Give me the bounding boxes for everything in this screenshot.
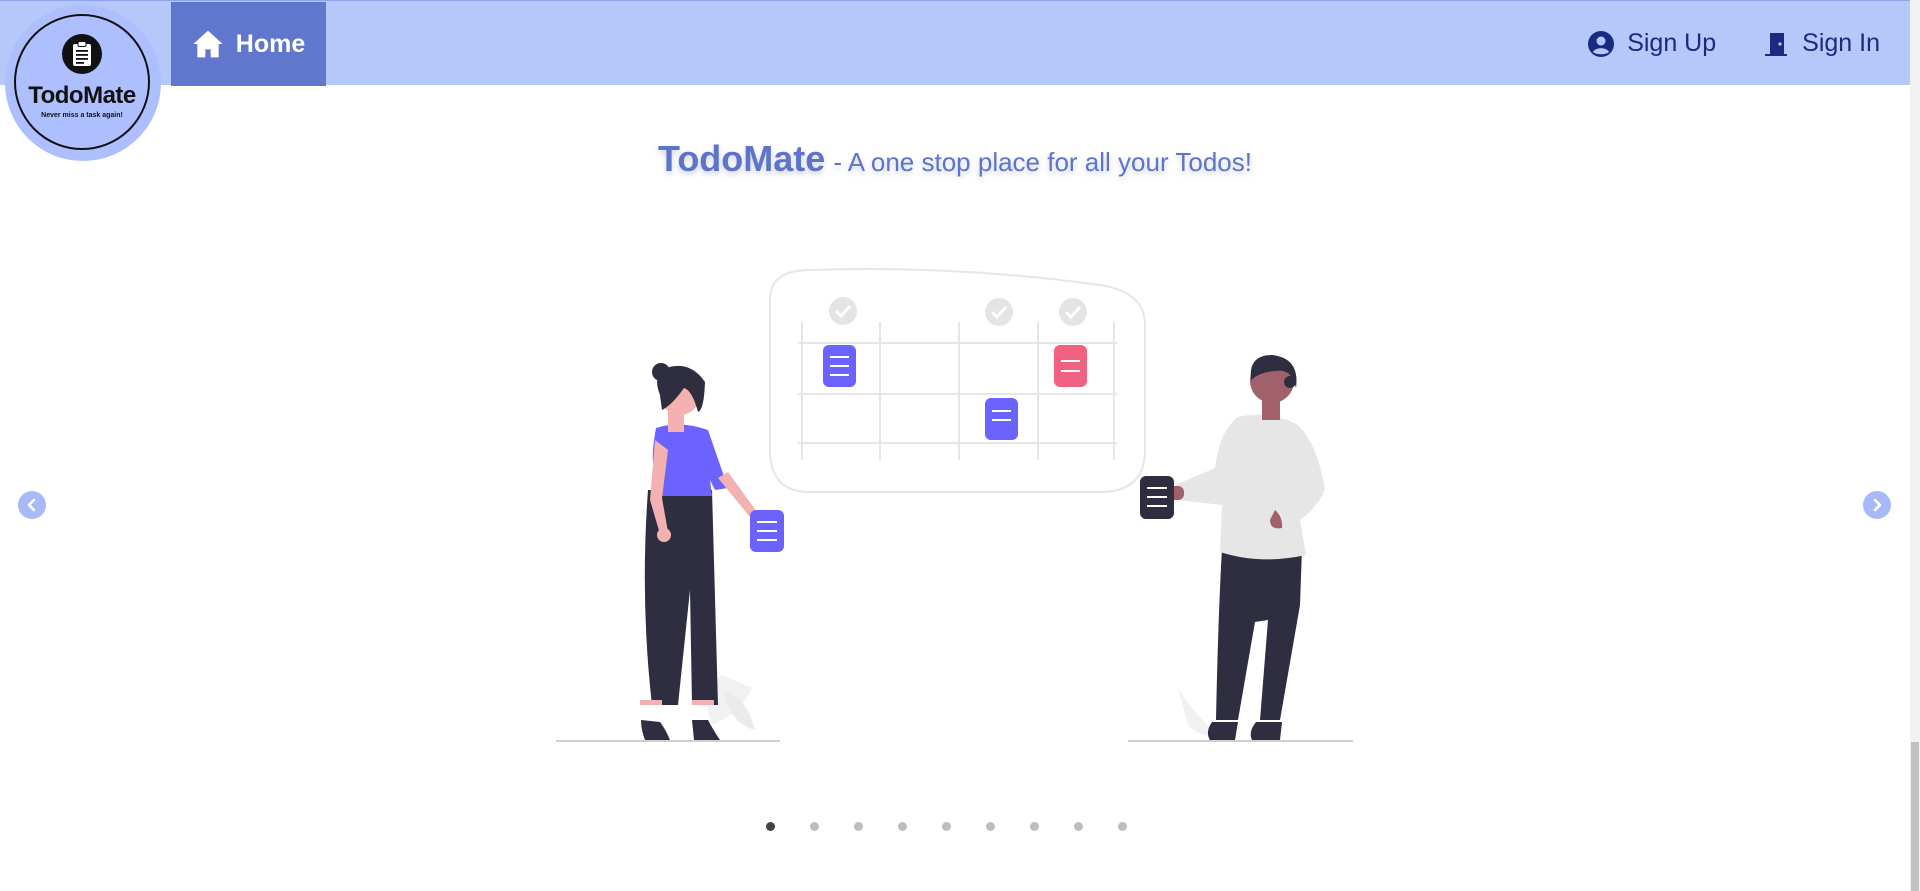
woman-figure bbox=[556, 363, 784, 742]
note-icon bbox=[1054, 345, 1087, 387]
carousel-indicators bbox=[766, 822, 1127, 831]
logo-badge: TodoMate Never miss a task again! bbox=[14, 14, 150, 150]
logo-name: TodoMate bbox=[28, 82, 136, 109]
carousel-indicator-dot[interactable] bbox=[898, 822, 907, 831]
carousel-indicator-dot[interactable] bbox=[810, 822, 819, 831]
signup-link[interactable]: Sign Up bbox=[1587, 29, 1716, 58]
hero-headline: TodoMate - A one stop place for all your … bbox=[0, 138, 1910, 180]
door-icon bbox=[1765, 32, 1788, 56]
home-label: Home bbox=[235, 29, 306, 58]
clipboard-icon bbox=[62, 34, 102, 74]
todomate-logo[interactable]: TodoMate Never miss a task again! bbox=[5, 5, 161, 161]
slide-illustration bbox=[556, 268, 1353, 742]
navbar: Home Sign Up Sign In bbox=[0, 0, 1910, 86]
carousel-indicator-dot[interactable] bbox=[942, 822, 951, 831]
carousel-prev-button[interactable] bbox=[18, 491, 46, 519]
page-scrollbar[interactable] bbox=[1910, 0, 1920, 891]
carousel-next-button[interactable] bbox=[1863, 491, 1891, 519]
signin-label: Sign In bbox=[1802, 29, 1880, 57]
carousel-indicator-dot[interactable] bbox=[986, 822, 995, 831]
carousel-indicator-dot[interactable] bbox=[1074, 822, 1083, 831]
chevron-left-icon bbox=[27, 498, 36, 512]
home-icon bbox=[193, 30, 223, 58]
check-icon bbox=[985, 298, 1013, 326]
carousel-indicator-dot[interactable] bbox=[854, 822, 863, 831]
carousel-indicator-dot[interactable] bbox=[1030, 822, 1039, 831]
carousel-indicator-dot[interactable] bbox=[1118, 822, 1127, 831]
note-icon bbox=[750, 510, 784, 552]
logo-tagline: Never miss a task again! bbox=[41, 112, 123, 119]
carousel-indicator-dot[interactable] bbox=[766, 822, 775, 831]
note-icon bbox=[1140, 476, 1174, 519]
chevron-right-icon bbox=[1873, 498, 1882, 512]
user-circle-icon bbox=[1588, 30, 1615, 57]
home-nav-button[interactable]: Home bbox=[171, 2, 326, 86]
hero-tagline: - A one stop place for all your Todos! bbox=[833, 147, 1252, 177]
signin-link[interactable]: Sign In bbox=[1762, 29, 1880, 58]
note-icon bbox=[985, 398, 1018, 440]
signup-label: Sign Up bbox=[1627, 29, 1717, 57]
man-figure bbox=[1128, 355, 1353, 742]
note-icon bbox=[823, 345, 856, 387]
auth-links: Sign Up Sign In bbox=[1587, 1, 1880, 86]
todo-board bbox=[769, 268, 1146, 493]
hero-brand: TodoMate bbox=[658, 138, 826, 179]
check-icon bbox=[829, 297, 857, 325]
scrollbar-thumb[interactable] bbox=[1911, 742, 1919, 891]
check-icon bbox=[1059, 298, 1087, 326]
